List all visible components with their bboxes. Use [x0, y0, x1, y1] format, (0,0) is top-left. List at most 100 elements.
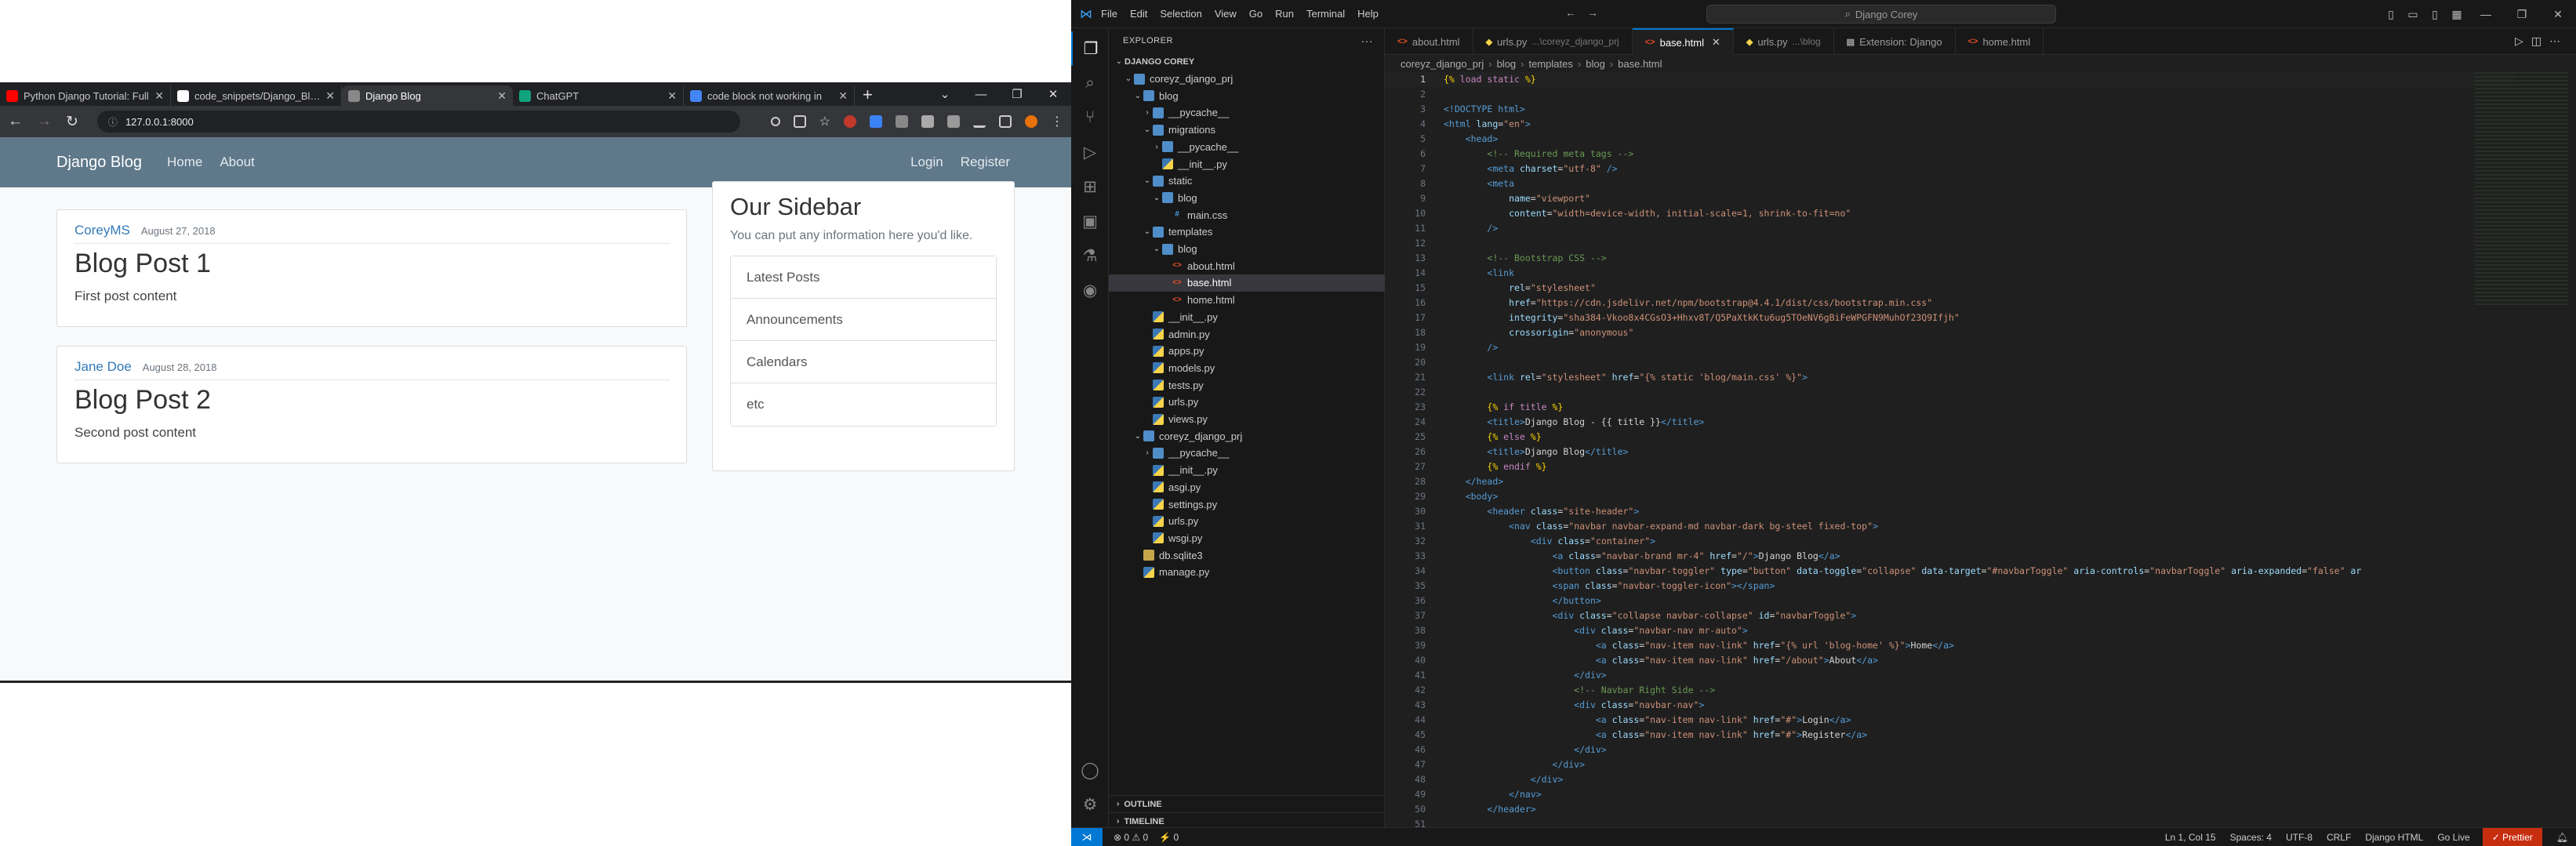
menu-view[interactable]: View [1215, 8, 1237, 20]
tree-folder[interactable]: ⌄ DJANGO COREY [1109, 53, 1385, 71]
close-window-icon[interactable]: ✕ [1035, 87, 1071, 101]
zoom-icon[interactable] [770, 117, 780, 126]
tree-folder[interactable]: ⌄ templates [1109, 223, 1385, 241]
tree-folder[interactable]: ⌄ blog [1109, 241, 1385, 258]
close-tab-icon[interactable]: ✕ [1712, 36, 1720, 49]
browser-tab[interactable]: code_snippets/Django_Blog ✕ [171, 85, 342, 106]
toggle-panel-icon[interactable]: ▭ [2402, 8, 2424, 21]
minimap[interactable] [2474, 72, 2568, 307]
editor-tab[interactable]: <> about.html [1385, 28, 1473, 55]
tree-file[interactable]: <> about.html [1109, 257, 1385, 274]
close-tab-icon[interactable]: ✕ [497, 89, 507, 103]
tree-file[interactable]: models.py [1109, 360, 1385, 377]
side-panel-icon[interactable] [999, 115, 1012, 128]
reload-icon[interactable]: ↻ [66, 113, 78, 131]
tree-file[interactable]: wsgi.py [1109, 530, 1385, 547]
forward-icon[interactable]: → [1587, 6, 1609, 19]
end-of-line[interactable]: CRLF [2327, 832, 2351, 843]
menu-edit[interactable]: Edit [1130, 8, 1147, 20]
cursor-position[interactable]: Ln 1, Col 15 [2165, 832, 2216, 843]
sidebar-item-latest-posts[interactable]: Latest Posts [731, 256, 996, 299]
sidebar-item-calendars[interactable]: Calendars [731, 341, 996, 383]
code-editor[interactable]: 1 {% load static %} 2 3 <!DOCTYPE html> 4 <htm… [1385, 72, 2514, 830]
new-tab-icon[interactable]: + [855, 85, 881, 106]
tree-file[interactable]: urls.py [1109, 394, 1385, 411]
tree-folder[interactable]: ⌄ migrations [1109, 122, 1385, 139]
copilot-icon[interactable]: ◉ [1071, 273, 1109, 307]
tree-folder[interactable]: › __pycache__ [1109, 445, 1385, 462]
tree-file[interactable]: <> home.html [1109, 292, 1385, 309]
tree-folder[interactable]: ⌄ coreyz_django_prj [1109, 427, 1385, 445]
browser-tab[interactable]: ChatGPT ✕ [513, 85, 684, 106]
browser-menu-icon[interactable]: ⋮ [1051, 114, 1063, 129]
close-tab-icon[interactable]: ✕ [154, 89, 164, 103]
site-info-icon[interactable]: ⓘ [108, 115, 118, 129]
tree-file[interactable]: urls.py [1109, 513, 1385, 530]
tree-file[interactable]: db.sqlite3 [1109, 546, 1385, 564]
tree-file[interactable]: __init__.py [1109, 309, 1385, 326]
navbar-brand[interactable]: Django Blog [56, 154, 142, 172]
tree-file[interactable]: asgi.py [1109, 479, 1385, 496]
tree-file[interactable]: admin.py [1109, 325, 1385, 343]
close-tab-icon[interactable]: ✕ [838, 89, 848, 103]
outline-section[interactable]: › OUTLINE [1109, 795, 1385, 812]
tab-search-icon[interactable]: ⌄ [927, 87, 963, 101]
editor-tab[interactable]: <> home.html [1956, 28, 2044, 55]
more-actions-icon[interactable]: ··· [1361, 34, 1374, 47]
more-actions-icon[interactable]: ⋯ [2549, 34, 2568, 47]
notifications-bell-icon[interactable]: 🔔︎ [2556, 832, 2568, 843]
post-title[interactable]: Blog Post 1 [74, 249, 669, 279]
search-icon[interactable]: ⌕ [1071, 66, 1109, 100]
extensions-puzzle-icon[interactable] [921, 115, 934, 128]
editor-tab[interactable]: ◆ urls.py ...\coreyz_django_prj [1473, 28, 1633, 55]
editor-tab[interactable]: ◆ urls.py ...\blog [1734, 28, 1834, 55]
breadcrumb-item[interactable]: templates [1529, 58, 1573, 70]
back-icon[interactable]: ← [1565, 6, 1587, 19]
menu-help[interactable]: Help [1357, 8, 1379, 20]
editor-tab[interactable]: <> base.html ✕ [1632, 28, 1734, 55]
post-author-link[interactable]: Jane Doe [74, 359, 132, 375]
bookmark-star-icon[interactable]: ☆ [819, 114, 830, 129]
tree-file[interactable]: views.py [1109, 411, 1385, 428]
extension-icon[interactable] [844, 115, 856, 128]
split-editor-icon[interactable]: ◫ [2531, 34, 2549, 47]
post-author-link[interactable]: CoreyMS [74, 223, 130, 238]
tree-folder[interactable]: ⌄ static [1109, 172, 1385, 190]
share-icon[interactable] [793, 115, 806, 128]
problems-indicator[interactable]: ⊗ 0 ⚠ 0 [1114, 832, 1148, 843]
toggle-secondary-sidebar-icon[interactable]: ▯ [2424, 8, 2446, 21]
nav-about-link[interactable]: About [220, 154, 254, 170]
menu-file[interactable]: File [1101, 8, 1117, 20]
tree-file[interactable]: __init__.py [1109, 462, 1385, 479]
nav-home-link[interactable]: Home [167, 154, 202, 170]
tree-folder[interactable]: ⌄ blog [1109, 190, 1385, 207]
command-center[interactable]: ⌕ Django Corey [1706, 5, 2056, 24]
indentation[interactable]: Spaces: 4 [2230, 832, 2272, 843]
browser-tab[interactable]: code block not working in ✕ [684, 85, 855, 106]
extension-icon[interactable] [870, 115, 882, 128]
menu-selection[interactable]: Selection [1160, 8, 1201, 20]
tree-file[interactable]: tests.py [1109, 376, 1385, 394]
close-tab-icon[interactable]: ✕ [667, 89, 677, 103]
tree-file[interactable]: settings.py [1109, 496, 1385, 513]
minimize-icon[interactable]: — [963, 88, 999, 101]
tree-file[interactable]: <> base.html [1109, 274, 1385, 292]
tree-folder[interactable]: ⌄ blog [1109, 87, 1385, 104]
breadcrumb-item[interactable]: coreyz_django_prj [1401, 58, 1484, 70]
account-icon[interactable]: ◯ [1071, 753, 1109, 787]
manage-gear-icon[interactable]: ⚙ [1071, 787, 1109, 822]
menu-go[interactable]: Go [1249, 8, 1263, 20]
testing-icon[interactable]: ⚗ [1071, 238, 1109, 273]
prettier-status[interactable]: ✓ Prettier [2482, 827, 2542, 846]
extension-icon[interactable] [896, 115, 908, 128]
sidebar-item-announcements[interactable]: Announcements [731, 299, 996, 341]
tree-file[interactable]: # main.css [1109, 206, 1385, 223]
breadcrumb-item[interactable]: base.html [1618, 58, 1662, 70]
nav-login-link[interactable]: Login [910, 154, 943, 170]
tree-file[interactable]: manage.py [1109, 564, 1385, 581]
tree-folder[interactable]: ⌄ coreyz_django_prj [1109, 71, 1385, 88]
encoding[interactable]: UTF-8 [2286, 832, 2313, 843]
remote-indicator-icon[interactable]: ⋊ [1071, 827, 1103, 846]
extensions-icon[interactable]: ⊞ [1071, 169, 1109, 204]
maximize-icon[interactable]: ❐ [999, 87, 1035, 101]
